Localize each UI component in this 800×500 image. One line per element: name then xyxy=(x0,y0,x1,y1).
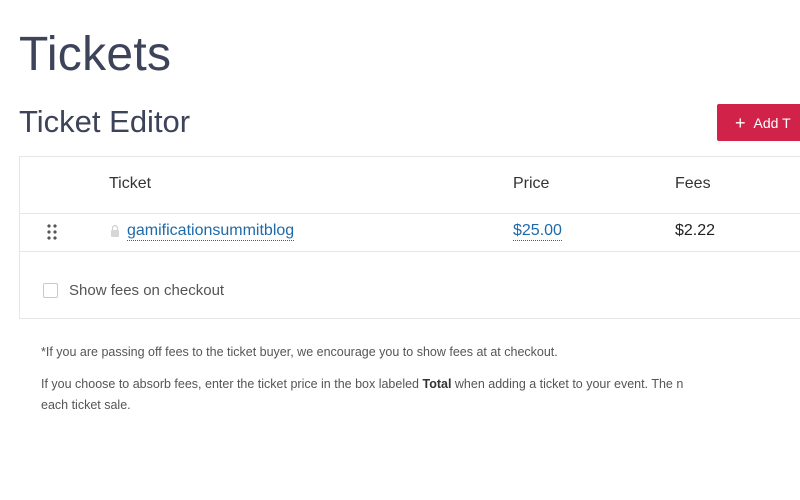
show-fees-checkbox[interactable] xyxy=(43,283,58,298)
ticket-name-link[interactable]: gamificationsummitblog xyxy=(127,222,295,241)
show-fees-label[interactable]: Show fees on checkout xyxy=(69,282,224,299)
plus-icon: + xyxy=(735,112,746,133)
tickets-page: Tickets Ticket Editor + Add T Ticket Pri… xyxy=(0,0,800,500)
ticket-price-link[interactable]: $25.00 xyxy=(513,222,562,241)
fees-note-2-text-a: If you choose to absorb fees, enter the … xyxy=(41,377,423,391)
fees-note-2-text-c: each ticket sale. xyxy=(41,398,131,412)
fees-note-2-text-b: when adding a ticket to your event. The … xyxy=(451,377,684,391)
header-fees: Fees xyxy=(675,175,711,192)
table-header-row: Ticket Price Fees xyxy=(20,157,800,214)
header-ticket: Ticket xyxy=(109,175,152,192)
ticket-table: Ticket Price Fees gamificationsummitblog… xyxy=(19,156,800,319)
drag-handle-icon[interactable] xyxy=(46,223,58,241)
ticket-fees-value: $2.22 xyxy=(675,222,716,239)
add-ticket-label: Add T xyxy=(753,114,791,131)
header-price: Price xyxy=(513,175,550,192)
lock-icon xyxy=(109,224,121,238)
add-ticket-button[interactable]: + Add T xyxy=(717,104,800,141)
ticket-editor-title: Ticket Editor xyxy=(19,104,191,139)
show-fees-row: Show fees on checkout xyxy=(43,282,224,299)
table-row: gamificationsummitblog $25.00 $2.22 xyxy=(20,213,800,252)
fees-note-2: If you choose to absorb fees, enter the … xyxy=(41,374,800,418)
fees-note-1: *If you are passing off fees to the tick… xyxy=(41,345,558,359)
fees-note-2-bold: Total xyxy=(422,377,452,391)
page-title: Tickets xyxy=(19,28,172,81)
